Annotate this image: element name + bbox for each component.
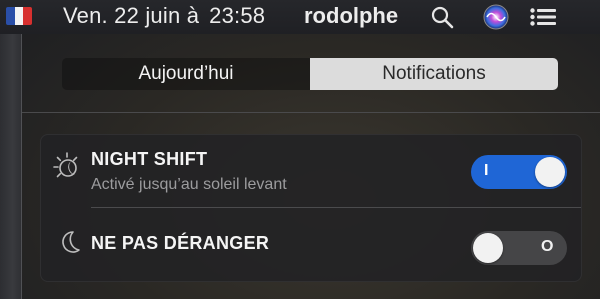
siri-icon[interactable] xyxy=(483,4,509,30)
toggle-on-label: I xyxy=(484,162,489,179)
do-not-disturb-toggle[interactable]: O xyxy=(471,231,567,265)
tab-today[interactable]: Aujourd’hui xyxy=(62,58,310,90)
france-flag-icon[interactable] xyxy=(6,7,32,25)
menu-bar: Ven. 22 juin à 23:58 rodolphe xyxy=(0,0,600,34)
tab-notifications[interactable]: Notifications xyxy=(310,58,558,90)
clock-date: Ven. 22 juin à xyxy=(63,3,200,28)
notification-center-icon[interactable] xyxy=(530,8,556,26)
desktop-edge xyxy=(0,34,22,299)
night-shift-row: NIGHT SHIFT Activé jusqu’au soleil levan… xyxy=(41,135,581,207)
do-not-disturb-title: NE PAS DÉRANGER xyxy=(91,233,270,253)
night-shift-subtitle: Activé jusqu’au soleil levant xyxy=(91,176,287,193)
toggle-knob xyxy=(535,157,565,187)
controls-panel: NIGHT SHIFT Activé jusqu’au soleil levan… xyxy=(40,134,582,282)
search-icon[interactable] xyxy=(430,5,454,29)
night-shift-icon xyxy=(53,152,78,178)
user-name[interactable]: rodolphe xyxy=(304,3,398,29)
clock-time: 23:58 xyxy=(209,3,266,28)
do-not-disturb-row: NE PAS DÉRANGER O xyxy=(41,207,581,283)
section-divider xyxy=(22,112,600,113)
view-segmented-control: Aujourd’hui Notifications xyxy=(62,58,558,90)
night-shift-title: NIGHT SHIFT xyxy=(91,149,208,169)
toggle-off-label: O xyxy=(541,238,554,255)
menu-clock[interactable]: Ven. 22 juin à 23:58 xyxy=(63,3,265,29)
night-shift-toggle[interactable]: I xyxy=(471,155,567,189)
moon-icon xyxy=(62,231,80,253)
toggle-knob xyxy=(473,233,503,263)
